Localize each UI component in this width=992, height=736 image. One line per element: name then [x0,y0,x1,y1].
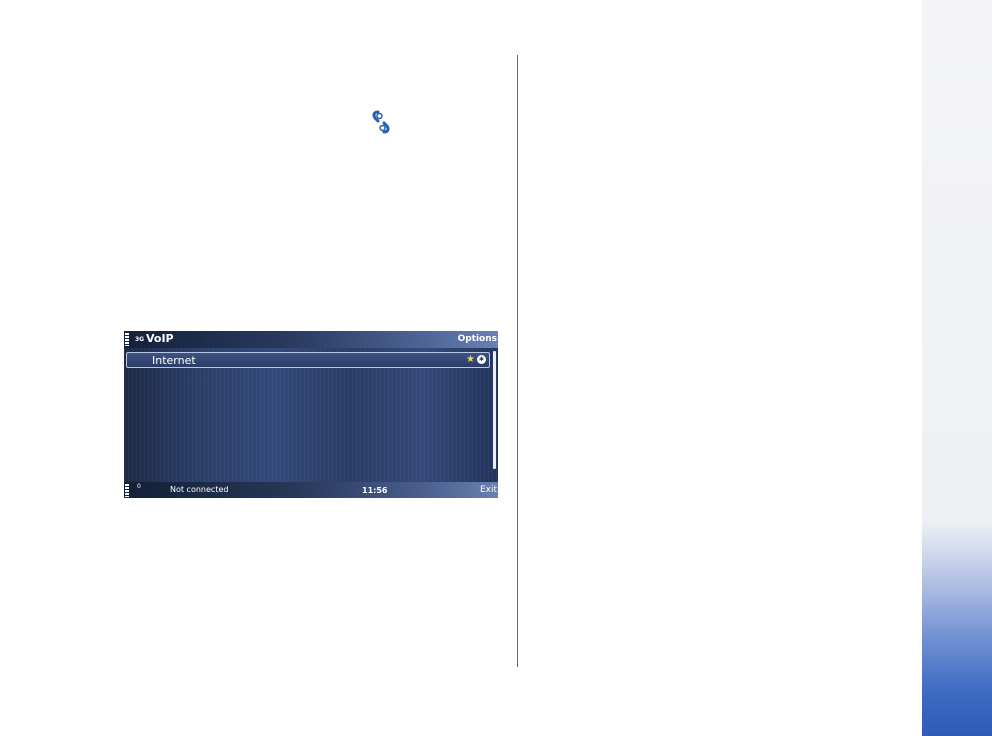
network-type: 3G [135,336,145,343]
app-title: VoIP [146,332,174,345]
title-bar: 3G VoIP Options [124,331,498,348]
screen-background [124,348,498,482]
clock: 11:56 [362,486,388,495]
battery-icon [125,484,129,497]
exit-softkey[interactable]: Exit [480,485,497,495]
badge-icon: ✱ [477,355,486,364]
star-icon: ★ [466,354,475,365]
scrollbar[interactable] [493,351,496,469]
options-softkey[interactable]: Options [458,334,497,344]
signal-icon [125,333,129,346]
voip-app-icon [372,110,390,134]
list-item-label: Internet [152,354,196,367]
phone-screen: 3G VoIP Options Internet ★ ✱ 0 Not conne… [124,331,498,498]
chapter-side-tab [922,0,992,736]
indicator-zero: 0 [137,483,141,490]
softkey-bar: 0 Not connected 11:56 Exit [124,482,498,498]
connection-status: Not connected [170,485,229,494]
list-item-internet[interactable]: Internet ★ ✱ [126,352,490,368]
column-divider [517,55,518,667]
